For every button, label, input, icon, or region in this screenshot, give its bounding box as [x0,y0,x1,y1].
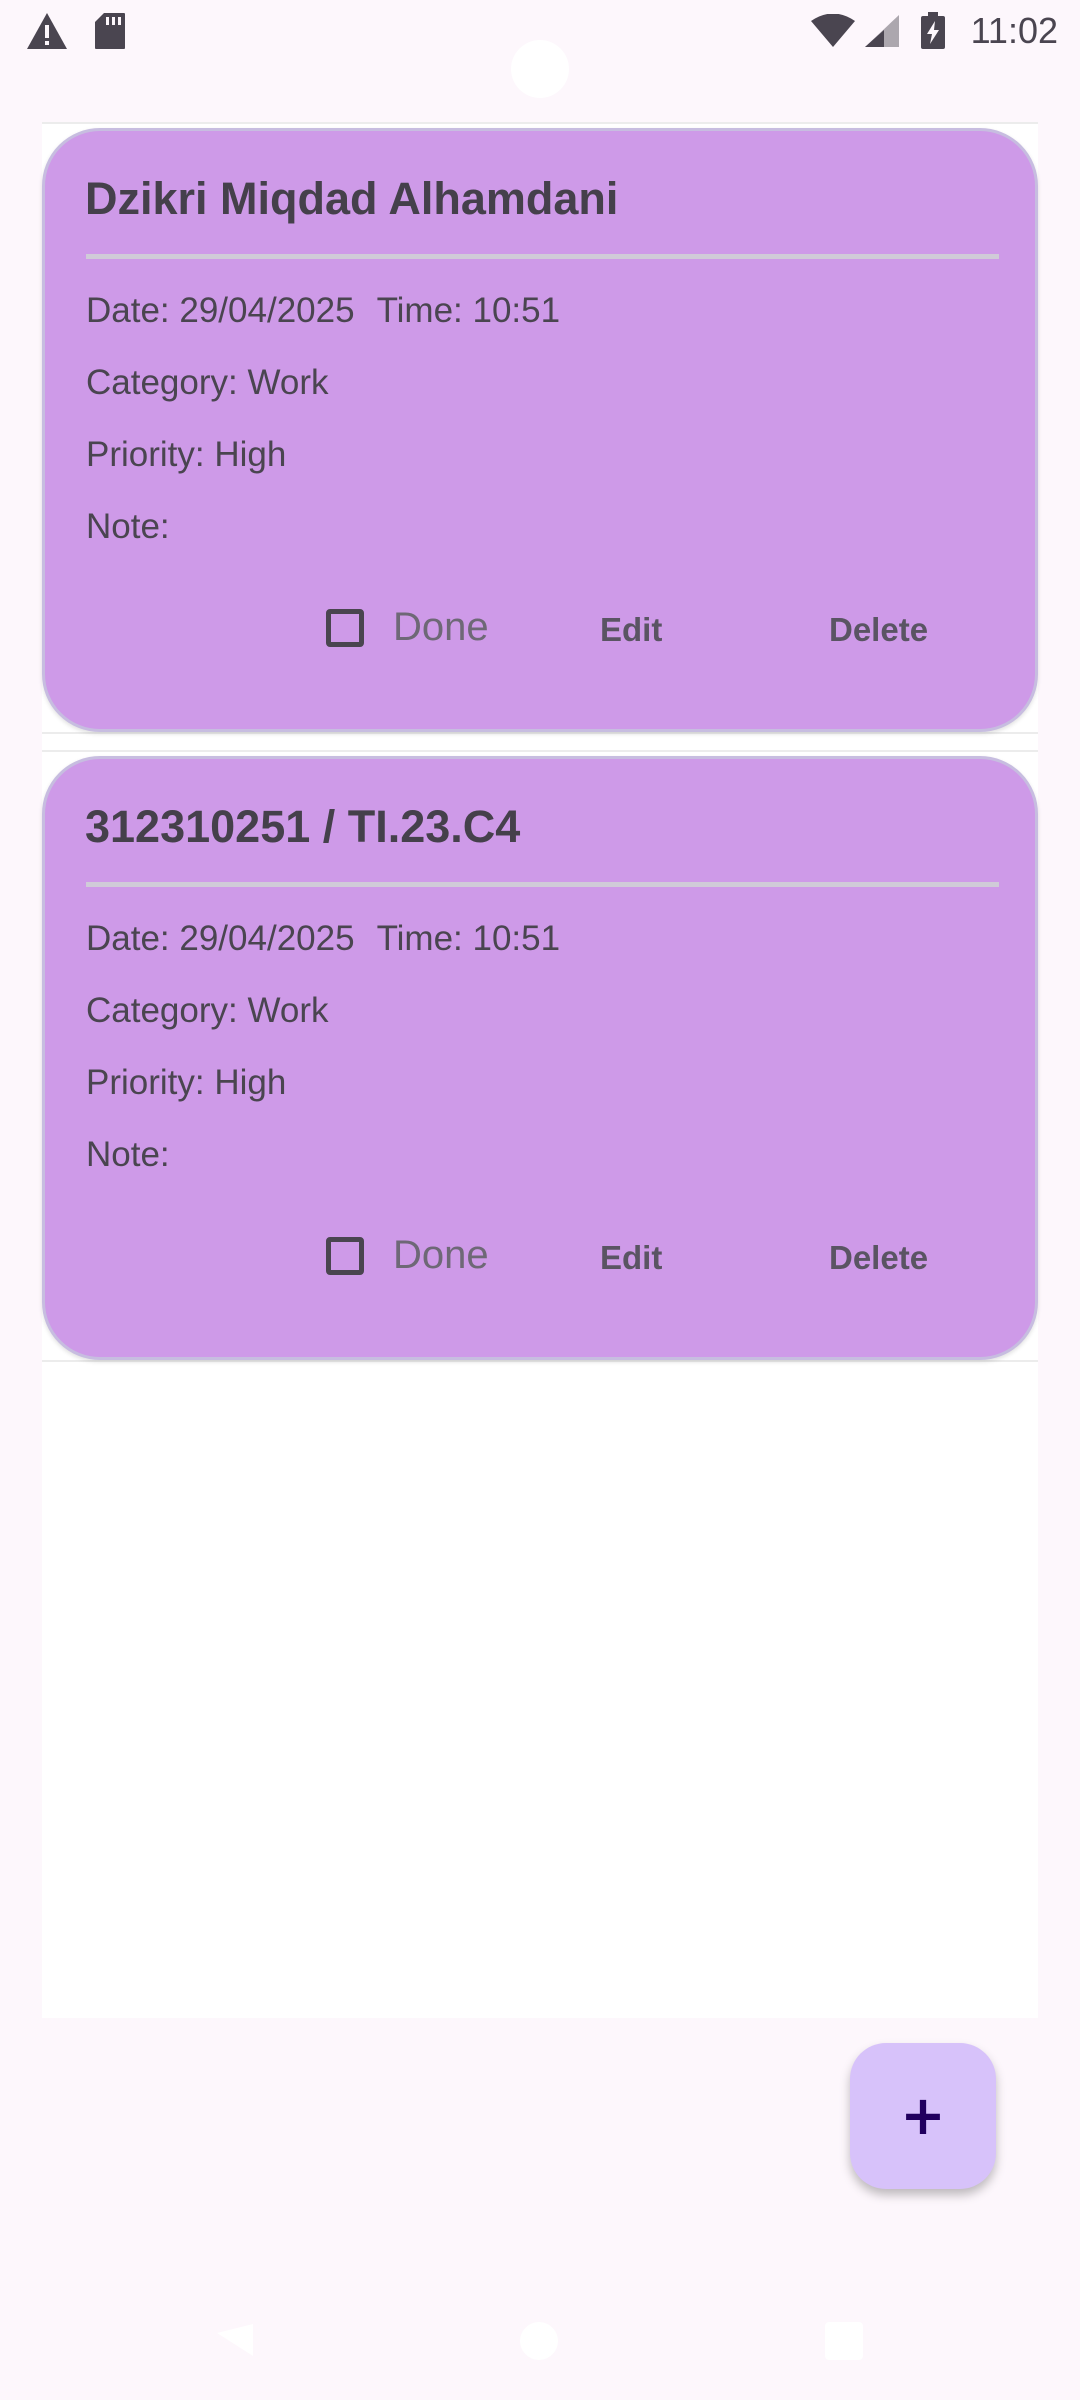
task-list: Dzikri Miqdad Alhamdani Date: 29/04/2025… [42,122,1038,2018]
task-category: Category: Work [86,363,329,402]
task-priority: Priority: High [86,435,287,474]
task-title: Dzikri Miqdad Alhamdani [85,173,619,224]
title-divider [86,254,999,259]
warning-icon [26,12,68,55]
task-card[interactable]: 312310251 / TI.23.C4 Date: 29/04/2025 Tim… [42,756,1038,1360]
status-time: 11:02 [970,10,1058,51]
cell-signal-icon [864,14,900,53]
back-icon[interactable] [215,2323,255,2362]
done-checkbox[interactable] [326,1237,364,1275]
task-card[interactable]: Dzikri Miqdad Alhamdani Date: 29/04/2025… [42,128,1038,732]
recents-icon[interactable] [825,2322,863,2360]
done-label[interactable]: Done [393,1233,489,1278]
plus-icon: + [900,2084,946,2147]
task-title: 312310251 / TI.23.C4 [85,801,521,852]
task-note: Note: [86,1135,170,1174]
delete-button[interactable]: Delete [829,611,928,649]
done-label[interactable]: Done [393,605,489,650]
task-note: Note: [86,507,170,546]
title-divider [86,882,999,887]
wifi-icon [810,13,856,53]
delete-button[interactable]: Delete [829,1239,928,1277]
task-card-container: 312310251 / TI.23.C4 Date: 29/04/2025 Tim… [42,750,1038,1362]
task-category: Category: Work [86,991,329,1030]
add-task-button[interactable]: + [850,2043,996,2189]
task-date: Date: 29/04/2025 [86,291,355,330]
task-card-container: Dzikri Miqdad Alhamdani Date: 29/04/2025… [42,122,1038,734]
home-icon[interactable] [520,2322,558,2360]
task-date: Date: 29/04/2025 [86,919,355,958]
task-datetime: Date: 29/04/2025 Time: 10:51 [86,919,560,959]
task-time: Time: 10:51 [376,291,561,330]
edit-button[interactable]: Edit [600,1239,662,1277]
battery-charging-icon [920,12,946,55]
done-checkbox[interactable] [326,609,364,647]
sd-card-icon [94,12,126,55]
task-time: Time: 10:51 [376,919,561,958]
task-priority: Priority: High [86,1063,287,1102]
camera-cutout [511,40,569,98]
task-datetime: Date: 29/04/2025 Time: 10:51 [86,291,560,331]
edit-button[interactable]: Edit [600,611,662,649]
